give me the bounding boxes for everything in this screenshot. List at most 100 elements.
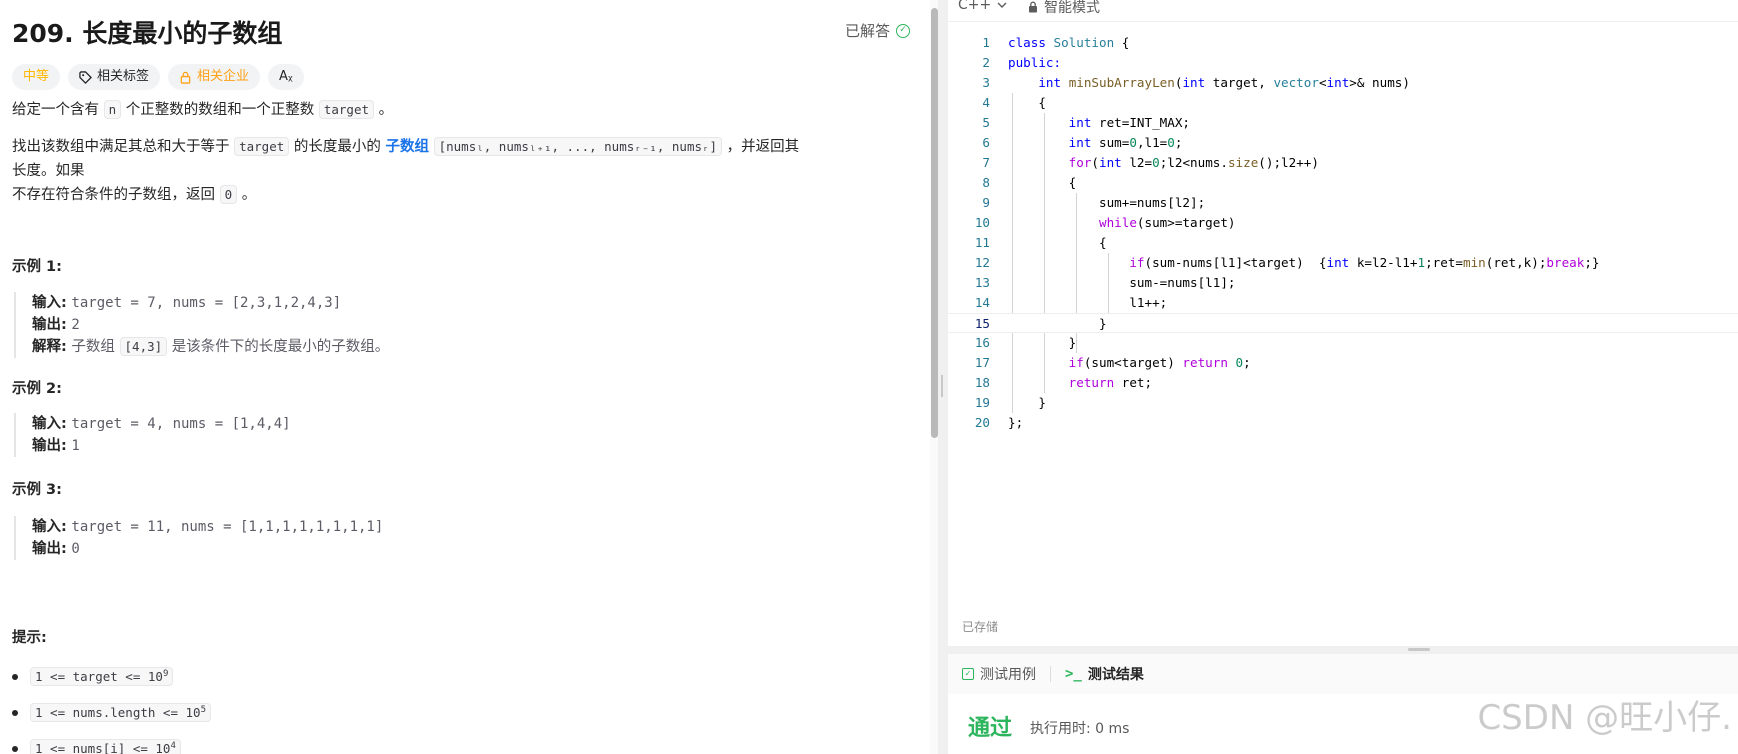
editor-panel: C++ 智能模式 1 class Solution { 2 public: 3 in… xyxy=(948,0,1738,754)
code-line-18[interactable]: 18 return ret; xyxy=(948,373,1738,393)
code-line-15-active[interactable]: 15 } xyxy=(948,313,1738,333)
check-circle-icon: ✓ xyxy=(896,23,910,38)
code-line-20[interactable]: 20}; xyxy=(948,413,1738,433)
code-line-6[interactable]: 6 int sum=0,l1=0; xyxy=(948,133,1738,153)
input-value: target = 4, nums = [1,4,4] xyxy=(71,416,291,432)
desc-text: 。 xyxy=(374,102,394,118)
subarray-link[interactable]: 子数组 xyxy=(385,139,429,155)
code-line-8[interactable]: 8 { xyxy=(948,173,1738,193)
difficulty-badge[interactable]: 中等 xyxy=(12,64,61,90)
horizontal-resize-handle[interactable] xyxy=(1408,648,1430,651)
tab-separator xyxy=(1050,666,1051,682)
hint-exponent: 4 xyxy=(170,741,176,751)
code-line-3[interactable]: 3 int minSubArrayLen(int target, vector<… xyxy=(948,73,1738,93)
tab-result-label: 测试结果 xyxy=(1087,667,1144,683)
results-tabs: ✓ 测试用例 >_ 测试结果 xyxy=(948,654,1738,694)
line-number: 20 xyxy=(974,415,990,430)
translate-icon: Aᵪ xyxy=(279,69,293,84)
example-1-input-line: 输入: target = 7, nums = [2,3,1,2,4,3] xyxy=(32,292,389,314)
tab-result[interactable]: >_ 测试结果 xyxy=(1065,664,1144,684)
hint-item-1: 1 <= target <= 109 xyxy=(12,667,174,687)
code-text: int sum=0,l1=0; xyxy=(1068,135,1183,150)
code-editor[interactable]: C++ 智能模式 1 class Solution { 2 public: 3 in… xyxy=(948,0,1738,646)
code-line-11[interactable]: 11 { xyxy=(948,233,1738,253)
output-value: 2 xyxy=(71,317,80,333)
code-line-17[interactable]: 17 if(sum<target) return 0; xyxy=(948,353,1738,373)
code-line-2[interactable]: 2 public: xyxy=(948,53,1738,73)
hint-item-3: 1 <= nums[i] <= 104 xyxy=(12,739,181,754)
code-line-16[interactable]: 16 } xyxy=(948,333,1738,353)
example-1-output-line: 输出: 2 xyxy=(32,314,389,336)
code-line-14[interactable]: 14 l1++; xyxy=(948,293,1738,313)
desc-text: 。 xyxy=(237,187,257,203)
lock-icon xyxy=(180,71,191,84)
language-select[interactable]: C++ xyxy=(958,0,1007,13)
runtime-info: 执行用时: 0 ms xyxy=(1030,721,1130,737)
code-line-5[interactable]: 5 int ret=INT_MAX; xyxy=(948,113,1738,133)
solved-status: 已解答 ✓ xyxy=(845,20,910,41)
code-text: public: xyxy=(1008,55,1062,70)
inline-code: 0 xyxy=(219,185,238,204)
hint-code: 1 <= nums[i] <= 104 xyxy=(30,739,181,754)
solved-label: 已解答 xyxy=(844,22,890,40)
smart-mode-toggle[interactable]: 智能模式 xyxy=(1028,0,1100,17)
line-number: 2 xyxy=(982,55,990,70)
code-line-9[interactable]: 9 sum+=nums[l2]; xyxy=(948,193,1738,213)
line-number: 6 xyxy=(982,135,990,150)
line-number: 16 xyxy=(974,335,990,350)
tab-testcase[interactable]: ✓ 测试用例 xyxy=(962,664,1036,684)
code-text: } xyxy=(1068,335,1077,350)
lock-icon xyxy=(1029,1,1037,13)
related-tags-button[interactable]: 相关标签 xyxy=(68,64,161,90)
code-line-13[interactable]: 13 sum-=nums[l1]; xyxy=(948,273,1738,293)
code-text: sum-=nums[l1]; xyxy=(1129,275,1236,290)
code-line-12[interactable]: 12 if(sum-nums[l1]<target) {int k=l2-l1+… xyxy=(948,253,1738,273)
hint-item-2: 1 <= nums.length <= 105 xyxy=(12,703,211,723)
tag-icon xyxy=(79,70,93,84)
output-label: 输出: xyxy=(32,541,67,557)
inline-code: n xyxy=(103,100,122,119)
input-label: 输入: xyxy=(32,295,67,311)
line-number: 11 xyxy=(974,235,990,250)
tag-bar: 中等 相关标签 相关企业 Aᵪ xyxy=(12,64,304,90)
title-row: 209. 长度最小的子数组 已解答 ✓ xyxy=(12,12,910,52)
desc-text: 给定一个含有 xyxy=(12,102,104,118)
hint-base: 1 <= target <= 10 xyxy=(35,669,163,685)
description-scrollbar[interactable] xyxy=(930,0,938,754)
code-text: { xyxy=(1099,235,1107,250)
input-label: 输入: xyxy=(32,416,67,432)
line-number: 5 xyxy=(982,115,990,130)
explain-text: 是该条件下的长度最小的子数组。 xyxy=(167,339,390,355)
saved-status: 已存储 xyxy=(962,620,999,634)
code-text: l1++; xyxy=(1129,295,1168,310)
related-companies-button[interactable]: 相关企业 xyxy=(168,64,261,90)
example-2-block: 输入: target = 4, nums = [1,4,4] 输出: 1 xyxy=(14,413,291,457)
input-value: target = 11, nums = [1,1,1,1,1,1,1,1] xyxy=(71,519,384,535)
example-3-output-line: 输出: 0 xyxy=(32,538,383,560)
tab-testcase-label: 测试用例 xyxy=(980,667,1036,683)
panel-divider[interactable] xyxy=(938,0,948,754)
hint-base: 1 <= nums.length <= 10 xyxy=(35,705,201,721)
chevron-down-icon xyxy=(997,2,1007,8)
code-line-10[interactable]: 10 while(sum>=target) xyxy=(948,213,1738,233)
code-line-7[interactable]: 7 for(int l2=0;l2<nums.size();l2++) xyxy=(948,153,1738,173)
problem-title[interactable]: 209. 长度最小的子数组 xyxy=(12,14,282,50)
inline-code: [numsₗ, numsₗ₊₁, ..., numsᵣ₋₁, numsᵣ] xyxy=(433,137,723,156)
translate-button[interactable]: Aᵪ xyxy=(268,64,304,90)
scrollbar-thumb[interactable] xyxy=(931,8,938,438)
code-text: while(sum>=target) xyxy=(1099,215,1236,230)
line-number: 9 xyxy=(982,195,990,210)
related-companies-label: 相关企业 xyxy=(197,69,250,84)
hint-code: 1 <= target <= 109 xyxy=(30,667,174,687)
divider-grip-handle[interactable] xyxy=(941,375,943,397)
code-line-19[interactable]: 19 } xyxy=(948,393,1738,413)
code-text: { xyxy=(1068,175,1077,190)
code-line-4[interactable]: 4 { xyxy=(948,93,1738,113)
code-line-1[interactable]: 1 class Solution { xyxy=(948,33,1738,53)
output-label: 输出: xyxy=(32,317,67,333)
line-number: 14 xyxy=(974,295,990,310)
line-number: 19 xyxy=(974,395,990,410)
terminal-icon: >_ xyxy=(1065,666,1082,682)
input-value: target = 7, nums = [2,3,1,2,4,3] xyxy=(71,295,342,311)
example-1-title: 示例 1: xyxy=(12,259,62,275)
